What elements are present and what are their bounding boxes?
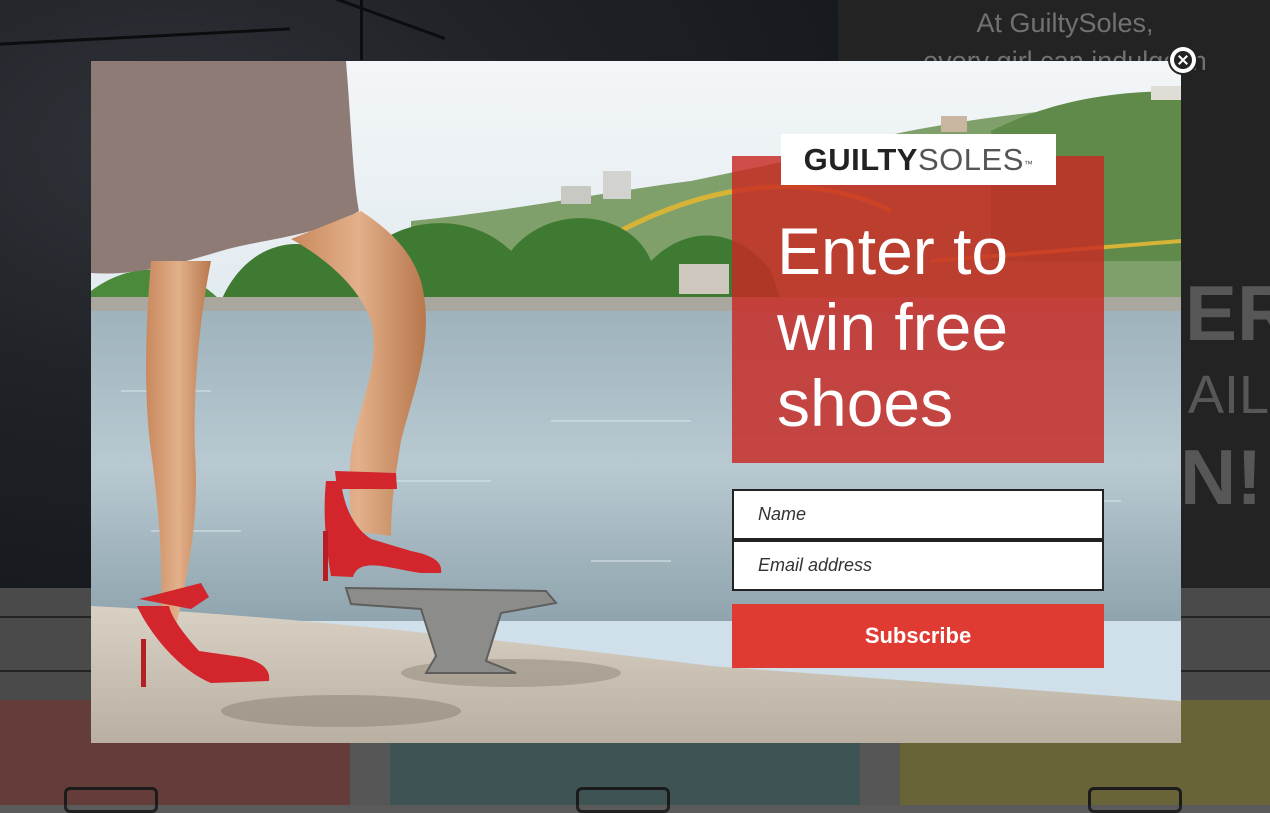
logo-bold-text: GUILTY bbox=[803, 141, 918, 177]
logo-light-text: SOLES bbox=[917, 141, 1024, 177]
guiltysoles-logo: GUILTY SOLES ™ bbox=[781, 134, 1056, 185]
subscribe-modal: GUILTYSOLES™ Enter to win free shoes Sub… bbox=[91, 61, 1181, 743]
name-input[interactable] bbox=[732, 489, 1104, 540]
subscribe-button[interactable]: Subscribe bbox=[732, 604, 1104, 668]
email-input[interactable] bbox=[732, 540, 1104, 591]
close-x-circle-icon bbox=[1174, 51, 1192, 69]
promo-headline: Enter to win free shoes bbox=[777, 214, 1009, 440]
logo-trademark: ™ bbox=[1023, 158, 1034, 169]
close-button[interactable] bbox=[1170, 47, 1196, 73]
